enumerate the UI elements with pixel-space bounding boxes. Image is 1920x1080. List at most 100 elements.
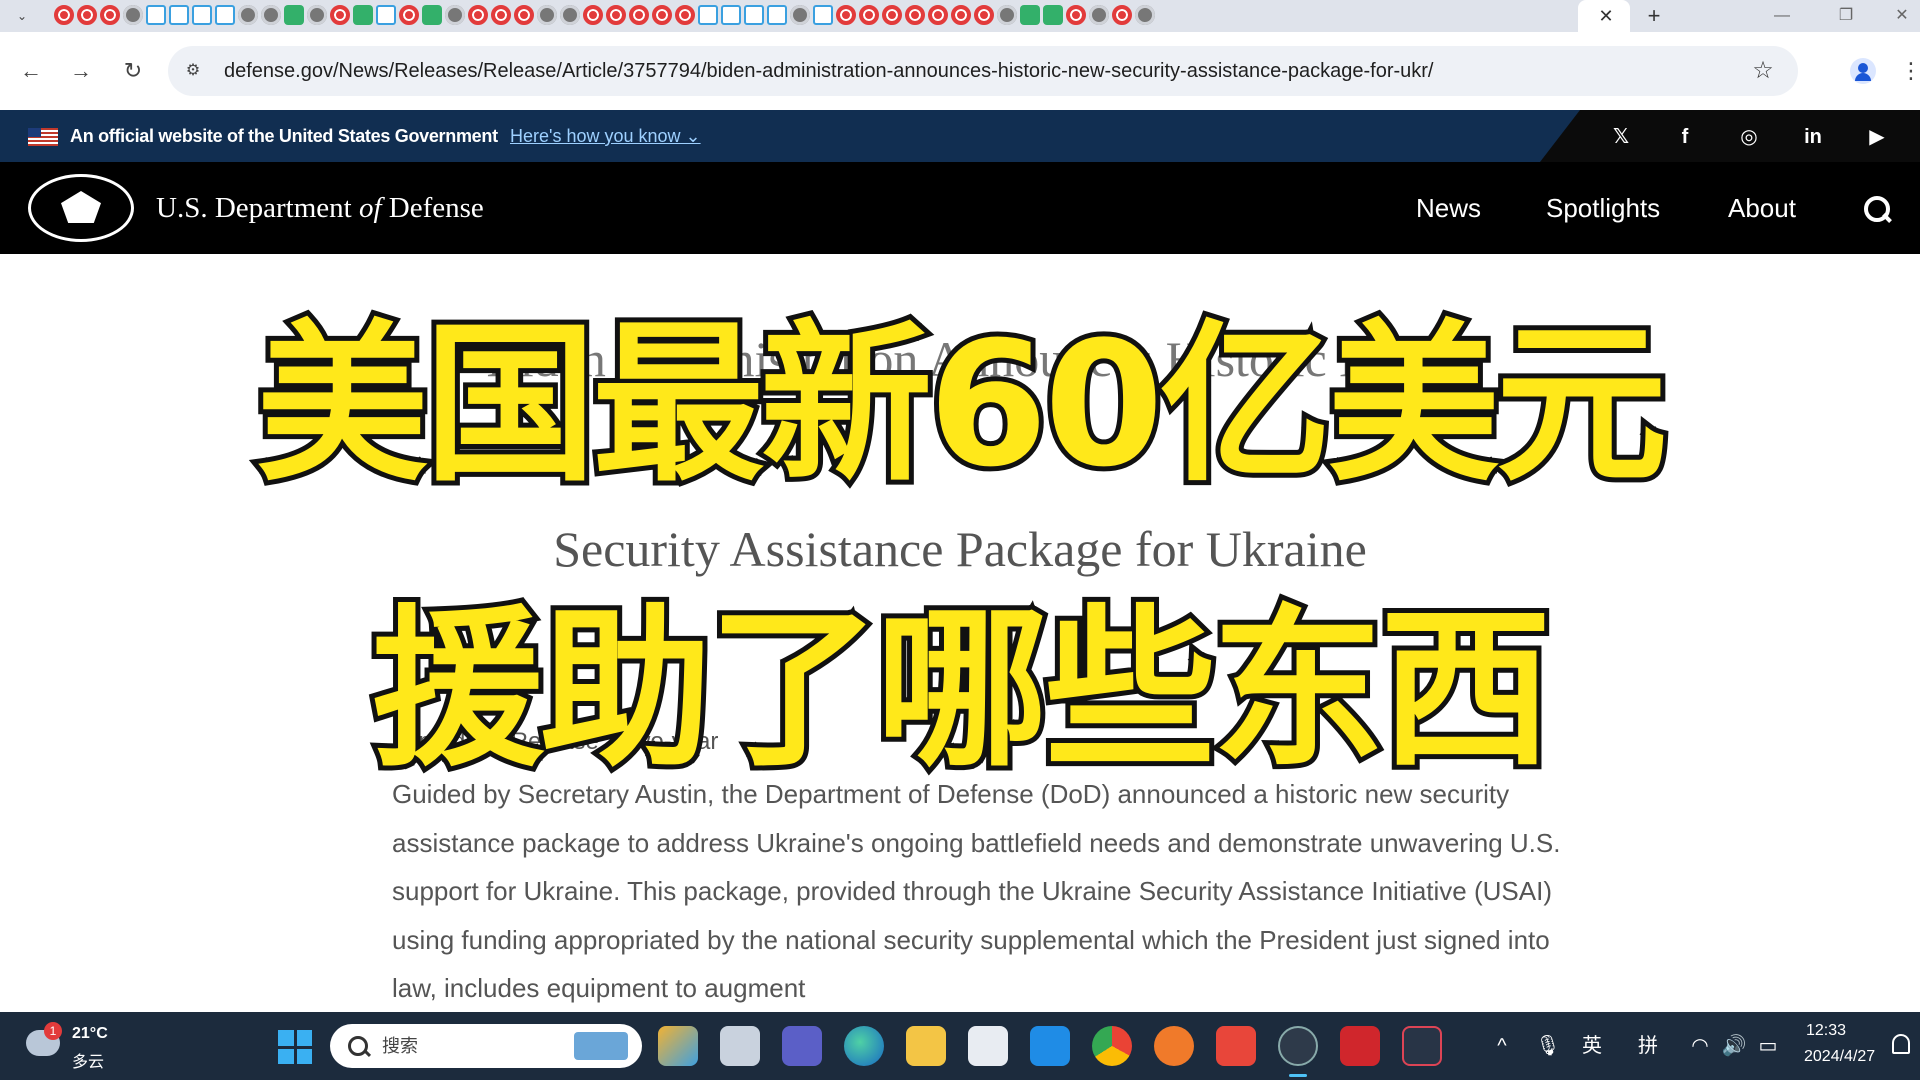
reload-button[interactable]: ↻ [118, 56, 148, 86]
tab-favicon[interactable] [1089, 5, 1109, 25]
tab-favicon[interactable] [215, 5, 235, 25]
tab-favicon[interactable] [583, 5, 603, 25]
tab-favicon[interactable] [675, 5, 695, 25]
app-icon[interactable] [1340, 1026, 1380, 1066]
task-view-icon[interactable] [720, 1026, 760, 1066]
tab-favicon[interactable] [721, 5, 741, 25]
nav-about[interactable]: About [1728, 162, 1796, 254]
instagram-icon[interactable]: ◎ [1734, 122, 1764, 152]
restore-button[interactable]: ❐ [1834, 4, 1858, 28]
tab-favicon[interactable] [1135, 5, 1155, 25]
tab-favicon[interactable] [169, 5, 189, 25]
tab-favicon[interactable] [1066, 5, 1086, 25]
battery-icon[interactable]: ▭ [1754, 1012, 1782, 1080]
davinci-icon[interactable] [1402, 1026, 1442, 1066]
tab-favicon[interactable] [422, 5, 442, 25]
tab-favicon[interactable] [468, 5, 488, 25]
teams-icon[interactable] [782, 1026, 822, 1066]
obs-icon[interactable] [1278, 1026, 1318, 1066]
clock-date[interactable]: 2024/4/27 [1804, 1048, 1875, 1066]
weather-temperature[interactable]: 21°C [72, 1025, 108, 1043]
wifi-icon[interactable]: ◠ [1686, 1012, 1714, 1080]
tab-favicon[interactable] [123, 5, 143, 25]
edge-icon[interactable] [844, 1026, 884, 1066]
notification-bell-icon[interactable] [1892, 1034, 1910, 1054]
file-explorer-icon[interactable] [906, 1026, 946, 1066]
tab-favicon[interactable] [1020, 5, 1040, 25]
tab-favicon[interactable] [629, 5, 649, 25]
app-icon[interactable] [1216, 1026, 1256, 1066]
tab-favicon[interactable] [192, 5, 212, 25]
linkedin-icon[interactable]: in [1798, 122, 1828, 152]
tab-favicon[interactable] [238, 5, 258, 25]
weather-condition[interactable]: 多云 [72, 1048, 104, 1072]
tab-favicon[interactable] [353, 5, 373, 25]
bookmark-star-icon[interactable]: ☆ [1748, 56, 1778, 86]
new-tab-button[interactable]: + [1640, 2, 1668, 30]
tab-favicon[interactable] [606, 5, 626, 25]
tab-favicon[interactable] [54, 5, 74, 25]
tray-chevron-icon[interactable]: ^ [1490, 1012, 1514, 1080]
tab-favicon[interactable] [813, 5, 833, 25]
tab-favicon[interactable] [100, 5, 120, 25]
tab-favicon[interactable] [376, 5, 396, 25]
tab-favicon[interactable] [560, 5, 580, 25]
tab-favicon[interactable] [514, 5, 534, 25]
tab-favicon[interactable] [790, 5, 810, 25]
tab-favicon[interactable] [951, 5, 971, 25]
tab-favicon[interactable] [698, 5, 718, 25]
language-indicator[interactable]: 英 [1578, 1012, 1606, 1080]
tab-favicon[interactable] [859, 5, 879, 25]
tab-favicon[interactable] [399, 5, 419, 25]
tab-favicon[interactable] [537, 5, 557, 25]
how-you-know-link[interactable]: Here's how you know ⌄ [510, 110, 701, 162]
tab-favicon[interactable] [905, 5, 925, 25]
tab-favicon[interactable] [284, 5, 304, 25]
tab-favicon[interactable] [882, 5, 902, 25]
youtube-icon[interactable]: ▶ [1862, 122, 1892, 152]
forward-button[interactable]: → [66, 56, 96, 86]
site-info-icon[interactable]: ⚙ [182, 60, 204, 82]
clock-time[interactable]: 12:33 [1806, 1022, 1846, 1040]
browser-menu-icon[interactable]: ⋮ [1900, 56, 1920, 86]
tab-favicon[interactable] [445, 5, 465, 25]
facebook-icon[interactable]: f [1670, 122, 1700, 152]
start-button[interactable] [278, 1030, 312, 1064]
tab-favicon[interactable] [974, 5, 994, 25]
tab-close-icon[interactable]: ✕ [1594, 4, 1618, 28]
tab-favicon[interactable] [491, 5, 511, 25]
tab-favicon[interactable] [836, 5, 856, 25]
tab-favicon[interactable] [997, 5, 1017, 25]
tab-favicon[interactable] [1112, 5, 1132, 25]
tab-favicon[interactable] [261, 5, 281, 25]
url-text[interactable]: defense.gov/News/Releases/Release/Articl… [224, 46, 1433, 96]
x-twitter-icon[interactable]: 𝕏 [1606, 122, 1636, 152]
tab-favicon[interactable] [744, 5, 764, 25]
profile-avatar-icon[interactable] [1850, 58, 1876, 84]
microphone-icon[interactable]: 🎙 [1534, 1012, 1562, 1080]
store-icon[interactable] [968, 1026, 1008, 1066]
nav-news[interactable]: News [1416, 162, 1481, 254]
app-icon[interactable] [1154, 1026, 1194, 1066]
copilot-icon[interactable] [658, 1026, 698, 1066]
tab-favicon[interactable] [928, 5, 948, 25]
tab-list-button[interactable]: ⌄ [12, 6, 32, 26]
tab-favicon[interactable] [146, 5, 166, 25]
address-bar[interactable]: ⚙ defense.gov/News/Releases/Release/Arti… [168, 46, 1798, 96]
site-title[interactable]: U.S. Department of Defense [156, 162, 484, 254]
minimize-button[interactable]: — [1770, 4, 1794, 28]
ime-indicator[interactable]: 拼 [1634, 1012, 1662, 1080]
dod-seal-logo[interactable] [28, 174, 134, 242]
search-icon[interactable] [1862, 194, 1892, 224]
back-button[interactable]: ← [16, 56, 46, 86]
chrome-icon[interactable] [1092, 1026, 1132, 1066]
nav-spotlights[interactable]: Spotlights [1546, 162, 1660, 254]
taskbar-search[interactable]: 搜索 [330, 1024, 642, 1068]
close-window-button[interactable]: ✕ [1890, 4, 1914, 28]
tab-favicon[interactable] [77, 5, 97, 25]
tab-favicon[interactable] [307, 5, 327, 25]
tab-favicon[interactable] [1043, 5, 1063, 25]
tab-favicon[interactable] [767, 5, 787, 25]
mail-icon[interactable] [1030, 1026, 1070, 1066]
tab-favicon[interactable] [652, 5, 672, 25]
